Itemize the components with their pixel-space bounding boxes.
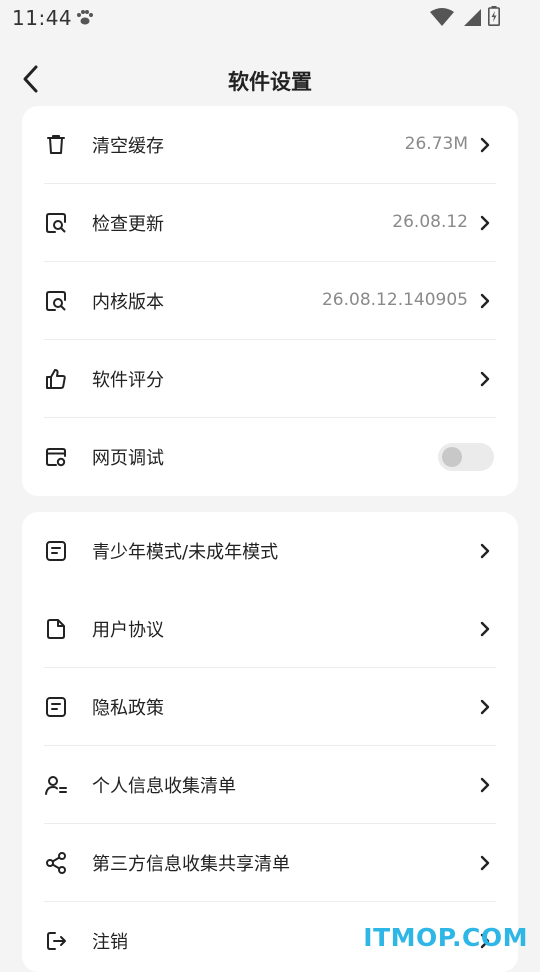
personal-info-list-label: 个人信息收集清单	[92, 776, 236, 797]
teen-mode-label: 青少年模式/未成年模式	[92, 542, 279, 563]
user-list-icon	[45, 776, 67, 795]
settings-card-policies: 青少年模式/未成年模式 用户协议 隐私政策 个人信息收集清单 第三方信息收集共享…	[22, 512, 518, 972]
header: 软件设置	[0, 52, 540, 108]
document-icon	[47, 619, 65, 639]
privacy-policy-row[interactable]: 隐私政策	[22, 668, 518, 746]
thumbs-up-icon	[46, 369, 66, 389]
trash-icon	[47, 135, 65, 154]
share-icon	[46, 852, 66, 874]
status-icons	[430, 6, 482, 28]
check-update-row[interactable]: 检查更新 26.08.12	[22, 184, 518, 262]
paw-notification-icon	[77, 10, 93, 25]
web-debug-toggle[interactable]	[438, 443, 494, 471]
teen-mode-row[interactable]: 青少年模式/未成年模式	[22, 512, 518, 590]
chevron-right-icon	[480, 293, 490, 309]
personal-info-list-row[interactable]: 个人信息收集清单	[22, 746, 518, 824]
third-party-list-label: 第三方信息收集共享清单	[92, 854, 290, 875]
web-debug-label: 网页调试	[92, 448, 164, 469]
privacy-policy-label: 隐私政策	[92, 698, 164, 719]
user-agreement-label: 用户协议	[92, 620, 164, 641]
search-document-icon	[46, 291, 66, 311]
chevron-right-icon	[480, 621, 490, 637]
toggle-knob	[442, 447, 462, 467]
note-icon	[46, 697, 66, 717]
kernel-version-row[interactable]: 内核版本 26.08.12.140905	[22, 262, 518, 340]
chevron-right-icon	[480, 777, 490, 793]
clear-cache-label: 清空缓存	[92, 136, 164, 157]
rate-app-label: 软件评分	[92, 370, 164, 391]
chevron-right-icon	[480, 137, 490, 153]
chevron-right-icon	[480, 215, 490, 231]
chevron-right-icon	[480, 699, 490, 715]
note-icon	[46, 541, 66, 561]
watermark: ITMOP.COM	[363, 923, 528, 952]
logout-label: 注销	[92, 932, 128, 953]
page-title: 软件设置	[228, 70, 312, 94]
browser-settings-icon	[46, 448, 66, 467]
chevron-right-icon	[480, 543, 490, 559]
wifi-icon	[430, 8, 454, 26]
search-document-icon	[46, 213, 66, 233]
cache-size-value: 26.73M	[404, 134, 468, 154]
battery-icon	[488, 6, 500, 26]
kernel-version-label: 内核版本	[92, 292, 164, 313]
app-version-value: 26.08.12	[392, 212, 468, 232]
third-party-list-row[interactable]: 第三方信息收集共享清单	[22, 824, 518, 902]
user-agreement-row[interactable]: 用户协议	[22, 590, 518, 668]
check-update-label: 检查更新	[92, 214, 164, 235]
chevron-right-icon	[480, 371, 490, 387]
web-debug-row: 网页调试	[22, 418, 518, 496]
settings-card-general: 清空缓存 26.73M 检查更新 26.08.12 内核版本 26.08.12.…	[22, 106, 518, 496]
clear-cache-row[interactable]: 清空缓存 26.73M	[22, 106, 518, 184]
chevron-right-icon	[480, 855, 490, 871]
status-time: 11:44	[12, 6, 73, 30]
rate-app-row[interactable]: 软件评分	[22, 340, 518, 418]
signal-icon	[464, 9, 481, 26]
logout-icon	[47, 932, 66, 950]
kernel-version-value: 26.08.12.140905	[321, 290, 468, 310]
status-bar: 11:44	[0, 0, 540, 36]
